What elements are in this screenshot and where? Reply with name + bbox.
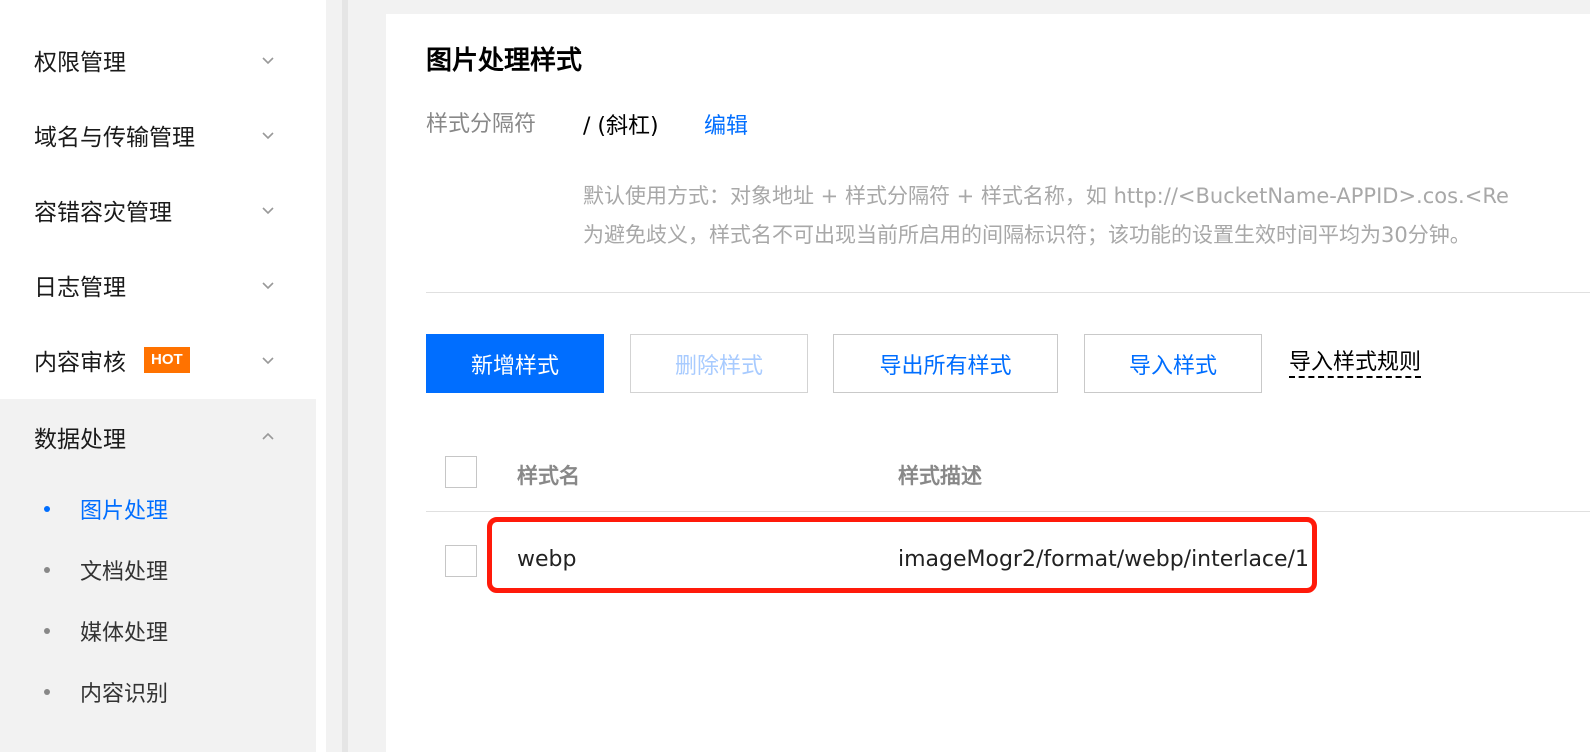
chevron-down-icon: [262, 129, 274, 141]
main-card: 图片处理样式 样式分隔符 / (斜杠) 编辑 默认使用方式：对象地址 + 样式分…: [386, 14, 1590, 752]
nav-item-label: 域名与传输管理: [34, 124, 195, 151]
nav-item-domain-transfer[interactable]: 域名与传输管理: [0, 97, 316, 172]
separator-label: 样式分隔符: [426, 112, 537, 137]
sub-item-content-recognition[interactable]: 内容识别: [0, 661, 316, 722]
export-all-styles-button[interactable]: 导出所有样式: [833, 334, 1058, 393]
column-header-description: 样式描述: [898, 464, 982, 488]
nav-item-content-audit[interactable]: 内容审核 HOT: [0, 322, 316, 397]
separator-value: / (斜杠): [583, 114, 659, 139]
nav-item-label: 容错容灾管理: [34, 199, 172, 226]
chevron-down-icon: [262, 204, 274, 216]
hot-badge: HOT: [144, 346, 190, 373]
sub-item-label: 媒体处理: [80, 620, 169, 646]
import-rules-link[interactable]: 导入样式规则: [1289, 350, 1422, 378]
sub-item-document-processing[interactable]: 文档处理: [0, 539, 316, 600]
nav-item-label: 权限管理: [34, 49, 126, 76]
sub-item-media-processing[interactable]: 媒体处理: [0, 600, 316, 661]
content-gutter: [348, 0, 386, 752]
bullet-icon: [44, 688, 50, 695]
import-style-button[interactable]: 导入样式: [1084, 334, 1262, 393]
nav-item-label: 内容审核: [34, 349, 126, 376]
hint-text: 为避免歧义，样式名不可出现当前所启用的间隔标识符；该功能的设置生效时间平均为30…: [583, 223, 1471, 247]
table-divider: [426, 511, 1590, 512]
sub-item-label: 图片处理: [80, 498, 169, 524]
nav-item-label: 日志管理: [34, 274, 126, 301]
column-header-name: 样式名: [517, 464, 580, 488]
nav-item-permissions[interactable]: 权限管理: [0, 22, 316, 97]
chevron-down-icon: [262, 279, 274, 291]
bullet-icon: [44, 566, 50, 573]
select-all-checkbox[interactable]: [445, 456, 477, 488]
sub-item-label: 内容识别: [80, 681, 169, 707]
edit-separator-link[interactable]: 编辑: [704, 108, 748, 140]
highlight-annotation: [487, 517, 1317, 593]
nav-item-label: 数据处理: [34, 426, 126, 453]
page-title: 图片处理样式: [426, 46, 583, 76]
chevron-down-icon: [262, 54, 274, 66]
chevron-down-icon: [262, 354, 274, 366]
chevron-up-icon: [262, 431, 274, 443]
add-style-button[interactable]: 新增样式: [426, 334, 604, 393]
delete-style-button[interactable]: 删除样式: [630, 334, 808, 393]
nav-item-fault-tolerance[interactable]: 容错容灾管理: [0, 172, 316, 247]
sub-item-label: 文档处理: [80, 559, 169, 585]
divider: [426, 292, 1590, 293]
nav-item-data-processing[interactable]: 数据处理: [0, 399, 316, 474]
row-checkbox[interactable]: [445, 545, 477, 577]
bullet-icon: [44, 627, 50, 634]
nav-item-logs[interactable]: 日志管理: [0, 247, 316, 322]
bullet-icon: [44, 505, 50, 512]
nav-group-data-processing: 数据处理 图片处理 文档处理 媒体处理 内容识别: [0, 399, 316, 752]
hint-text: 默认使用方式：对象地址 + 样式分隔符 + 样式名称，如 http://<Buc…: [583, 184, 1509, 208]
sidebar: 权限管理 域名与传输管理 容错容灾管理 日志管理 内容审核 HOT 数据处理 图…: [0, 0, 326, 752]
sub-item-image-processing[interactable]: 图片处理: [0, 478, 316, 539]
